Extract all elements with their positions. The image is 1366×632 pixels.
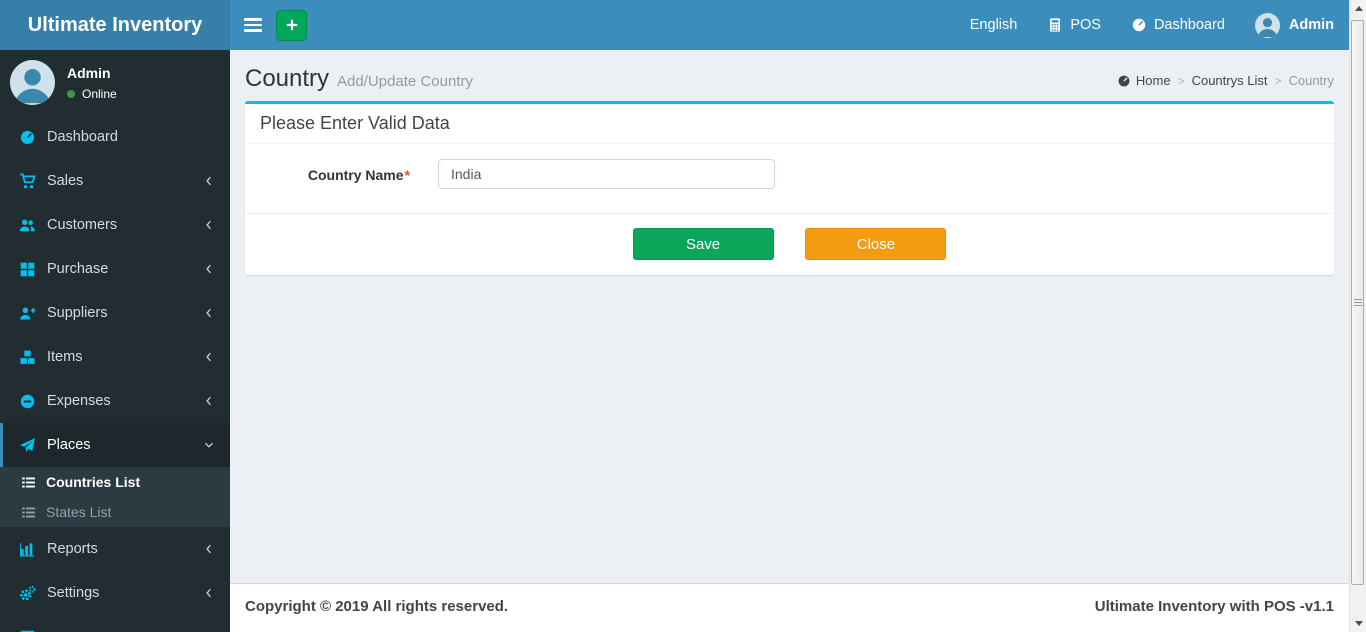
gauge-icon — [1131, 17, 1147, 33]
breadcrumb-separator: > — [1274, 73, 1282, 88]
chevron-left-icon — [202, 542, 216, 556]
brand-logo[interactable]: Ultimate Inventory — [0, 0, 230, 50]
users-icon — [19, 217, 36, 234]
save-button[interactable]: Save — [632, 228, 774, 260]
user-plus-icon — [19, 305, 36, 322]
home-gauge-icon — [1117, 74, 1131, 88]
sidebar-item-purchase[interactable]: Purchase — [0, 247, 230, 291]
panel-footer: Save Close — [245, 213, 1334, 275]
sidebar-toggle-button[interactable] — [230, 0, 263, 50]
chevron-down-icon — [202, 438, 216, 452]
chevron-left-icon — [202, 174, 216, 188]
chevron-left-icon — [202, 306, 216, 320]
sidebar: Ultimate Inventory Admin Online Dashboar… — [0, 0, 230, 632]
sidebar-item-places[interactable]: Places — [0, 423, 230, 467]
list-icon — [21, 475, 36, 490]
scroll-down-button[interactable] — [1350, 615, 1366, 632]
page-title: Country — [245, 65, 330, 92]
online-status-icon — [67, 89, 75, 98]
sidebar-item-suppliers[interactable]: Suppliers — [0, 291, 230, 335]
user-avatar-icon — [10, 60, 55, 105]
sidebar-item-reports[interactable]: Reports — [0, 527, 230, 571]
sidebar-user-panel: Admin Online — [0, 50, 230, 115]
sidebar-menu-lower: Reports Settings — [0, 527, 230, 632]
navbar-menu: English POS Dashboard Admin — [955, 0, 1349, 50]
sidebar-item-dashboard[interactable]: Dashboard — [0, 115, 230, 159]
country-name-label: Country Name* — [307, 167, 410, 183]
list-icon — [21, 505, 36, 520]
nav-pos[interactable]: POS — [1032, 0, 1116, 50]
minus-circle-icon — [19, 393, 36, 410]
page-footer: Ultimate Inventory with POS -v1.1 Copyri… — [230, 583, 1349, 632]
sidebar-item-sales[interactable]: Sales — [0, 159, 230, 203]
grid-icon — [19, 261, 36, 278]
calculator-icon — [1047, 17, 1063, 33]
footer-version: Ultimate Inventory with POS -v1.1 — [1094, 598, 1334, 615]
chevron-left-icon — [202, 218, 216, 232]
sidebar-item-items[interactable]: Items — [0, 335, 230, 379]
user-avatar-icon — [1254, 12, 1280, 38]
nav-language[interactable]: English — [955, 0, 1033, 50]
sidebar-item-partial[interactable] — [0, 615, 230, 632]
vertical-scrollbar[interactable] — [1349, 0, 1366, 632]
brand-title: Ultimate Inventory — [27, 13, 203, 36]
places-submenu: Countries List States List — [0, 467, 230, 527]
sidebar-item-states-list[interactable]: States List — [0, 497, 230, 527]
gears-icon — [19, 585, 36, 602]
sidebar-user-name: Admin — [67, 64, 111, 81]
paper-plane-icon — [19, 437, 36, 454]
triangle-down-icon — [1354, 621, 1363, 626]
plus-icon — [284, 17, 300, 33]
chevron-left-icon — [202, 394, 216, 408]
breadcrumb-current: Country — [1288, 73, 1334, 88]
sidebar-item-settings[interactable]: Settings — [0, 571, 230, 615]
close-button[interactable]: Close — [805, 228, 947, 260]
page-subtitle: Add/Update Country — [337, 73, 473, 90]
triangle-up-icon — [1354, 6, 1363, 11]
chevron-left-icon — [202, 262, 216, 276]
sidebar-item-expenses[interactable]: Expenses — [0, 379, 230, 423]
gauge-icon — [19, 129, 36, 146]
sidebar-item-countries-list[interactable]: Countries List — [0, 467, 230, 497]
panel-heading: Please Enter Valid Data — [245, 104, 1334, 144]
content-area: Country Add/Update Country Home > Country… — [230, 50, 1349, 583]
nav-user[interactable]: Admin — [1240, 0, 1349, 50]
menu-icon — [19, 629, 36, 632]
breadcrumb: Home > Countrys List > Country — [1117, 73, 1334, 88]
breadcrumb-home-link[interactable]: Home — [1136, 73, 1171, 88]
cubes-icon — [19, 349, 36, 366]
breadcrumb-separator: > — [1177, 73, 1185, 88]
scroll-up-button[interactable] — [1350, 0, 1366, 17]
breadcrumb-countrys-list-link[interactable]: Countrys List — [1192, 73, 1268, 88]
chevron-left-icon — [202, 586, 216, 600]
panel-body: Country Name* — [245, 144, 1334, 213]
sidebar-user-status: Online — [67, 87, 117, 101]
nav-dashboard[interactable]: Dashboard — [1116, 0, 1240, 50]
top-navbar: English POS Dashboard Admin — [230, 0, 1349, 50]
country-form-panel: Please Enter Valid Data Country Name* Sa… — [245, 101, 1334, 275]
sidebar-item-customers[interactable]: Customers — [0, 203, 230, 247]
bar-chart-icon — [19, 541, 36, 558]
footer-copyright: Copyright © 2019 All rights reserved. — [245, 598, 509, 615]
hamburger-icon — [243, 18, 262, 21]
country-name-input[interactable] — [438, 159, 775, 189]
content-header: Country Add/Update Country Home > Country… — [230, 50, 1349, 93]
chevron-left-icon — [202, 350, 216, 364]
required-asterisk: * — [404, 167, 410, 183]
cart-icon — [19, 172, 36, 190]
add-button[interactable] — [276, 9, 307, 41]
online-status-label: Online — [82, 86, 117, 101]
sidebar-menu: Dashboard Sales Customers Purchase Suppl… — [0, 115, 230, 467]
scrollbar-thumb[interactable] — [1351, 20, 1364, 585]
